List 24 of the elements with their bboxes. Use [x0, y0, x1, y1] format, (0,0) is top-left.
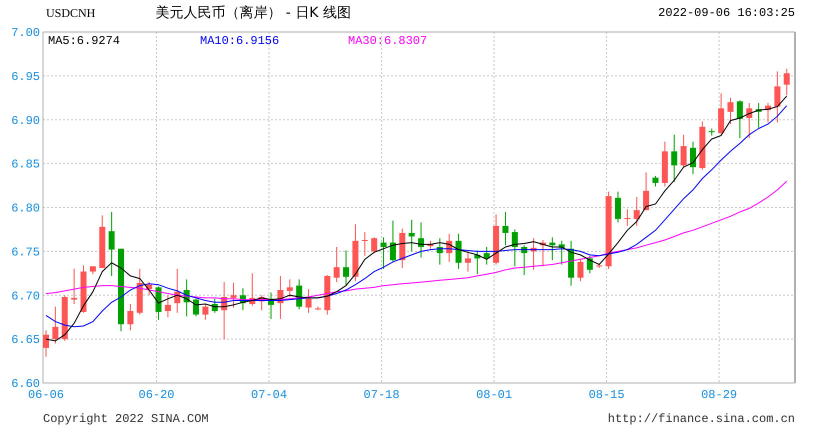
axis-label: 06-06: [28, 388, 64, 402]
axis-label: 6.80: [11, 202, 40, 216]
axis-label: 6.60: [11, 377, 40, 391]
timestamp: 2022-09-06 16:03:25: [658, 6, 795, 22]
axis-label: 7.00: [11, 26, 40, 40]
axis-label: 08-15: [588, 388, 625, 402]
axis-label: 6.90: [11, 114, 40, 128]
axis-label: 08-01: [476, 388, 512, 402]
axis-label: 6.95: [11, 70, 40, 84]
legend-label: MA30:6.8307: [348, 34, 428, 48]
axis-label: 07-04: [251, 388, 288, 402]
website-url: http://finance.sina.com.cn: [608, 412, 795, 426]
legend-label: MA10:6.9156: [200, 34, 280, 48]
axis-label: 6.65: [11, 333, 40, 348]
chart-title: 美元人民币（离岸） - 日K 线图: [155, 4, 351, 22]
axis-label: 6.75: [11, 245, 40, 260]
symbol-label: USDCNH: [46, 6, 96, 22]
copyright-text: Copyright 2022 SINA.COM: [43, 412, 209, 426]
axis-label: 06-20: [138, 388, 175, 402]
legend-label: MA5:6.9274: [48, 34, 120, 48]
axis-label: 07-18: [364, 388, 400, 402]
axis-label: 08-29: [701, 388, 738, 402]
axis-label: 6.85: [11, 158, 40, 172]
axis-label: 6.70: [11, 289, 40, 304]
